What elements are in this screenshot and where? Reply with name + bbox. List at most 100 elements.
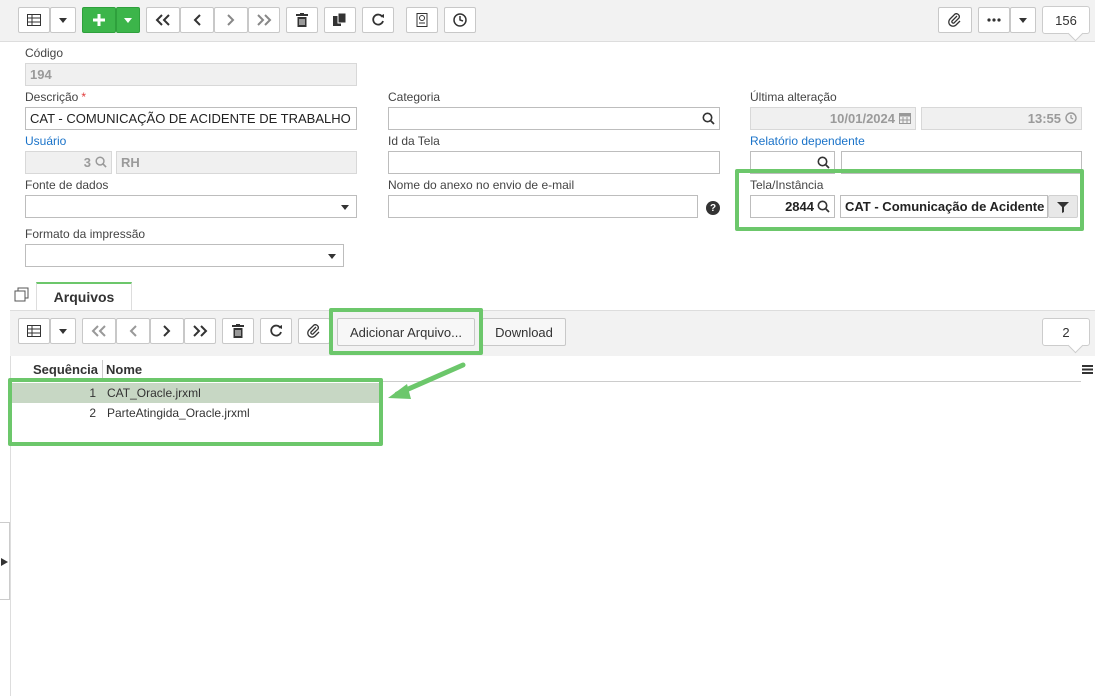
chevron-down-icon xyxy=(124,17,132,23)
more-button[interactable] xyxy=(978,7,1010,33)
double-chevron-right-icon xyxy=(193,325,208,337)
first-record-button[interactable] xyxy=(146,7,180,33)
date-value: 10/01/2024 xyxy=(829,111,895,126)
column-divider xyxy=(102,360,103,378)
formato-impressao-label: Formato da impressão xyxy=(25,227,146,241)
ultima-alteracao-date: 10/01/2024 xyxy=(750,107,916,130)
add-dropdown[interactable] xyxy=(116,7,140,33)
attach-button[interactable] xyxy=(298,318,330,344)
calendar-icon xyxy=(899,113,911,124)
search-icon[interactable] xyxy=(817,156,830,169)
history-button[interactable] xyxy=(444,7,476,33)
tela-instancia-name-input[interactable]: CAT - Comunicação de Acidente xyxy=(840,195,1048,218)
descricao-label: Descrição * xyxy=(25,90,86,104)
grid-view-dropdown[interactable] xyxy=(50,318,76,344)
tela-instancia-name-value: CAT - Comunicação de Acidente xyxy=(845,199,1045,214)
paperclip-icon xyxy=(948,13,961,27)
refresh-icon xyxy=(270,324,282,337)
grid-icon xyxy=(27,325,41,337)
chevron-down-icon xyxy=(1019,17,1027,23)
previous-record-button[interactable] xyxy=(180,7,214,33)
usuario-id-value: 3 xyxy=(83,155,91,170)
chevron-right-icon xyxy=(163,325,171,337)
nome-anexo-input[interactable] xyxy=(388,195,698,218)
caret-right-icon xyxy=(1,558,8,566)
download-button[interactable]: Download xyxy=(482,318,566,346)
usuario-name-value: RH xyxy=(121,155,140,170)
codigo-field: 194 xyxy=(25,63,357,86)
fonte-dados-label: Fonte de dados xyxy=(25,178,109,192)
add-file-button[interactable]: Adicionar Arquivo... xyxy=(337,318,475,346)
search-icon[interactable] xyxy=(817,200,830,213)
required-asterisk: * xyxy=(81,90,87,104)
descricao-input[interactable]: CAT - COMUNICAÇÃO DE ACIDENTE DE TRABALH… xyxy=(25,107,357,130)
next-record-button[interactable] xyxy=(214,7,248,33)
attach-button[interactable] xyxy=(938,7,972,33)
fonte-dados-select[interactable] xyxy=(25,195,357,218)
main-toolbar: 156 xyxy=(0,0,1095,42)
filter-button[interactable] xyxy=(1048,195,1078,218)
search-icon xyxy=(95,156,107,168)
last-record-button[interactable] xyxy=(184,318,216,344)
more-dropdown[interactable] xyxy=(1010,7,1036,33)
relatorio-dependente-label[interactable]: Relatório dependente xyxy=(750,134,865,148)
first-record-button[interactable] xyxy=(82,318,116,344)
copy-button[interactable] xyxy=(324,7,356,33)
restore-icon[interactable] xyxy=(14,287,30,306)
ellipsis-icon xyxy=(987,18,1001,22)
help-icon[interactable]: ? xyxy=(706,201,720,215)
refresh-button[interactable] xyxy=(260,318,292,344)
grid-view-button[interactable] xyxy=(18,318,50,344)
refresh-button[interactable] xyxy=(362,7,394,33)
last-record-button[interactable] xyxy=(248,7,280,33)
table-row[interactable]: 2 ParteAtingida_Oracle.jrxml xyxy=(11,403,381,423)
relatorio-dependente-id-input[interactable] xyxy=(750,151,835,174)
categoria-label: Categoria xyxy=(388,90,441,104)
previous-record-button[interactable] xyxy=(116,318,150,344)
nome-anexo-label: Nome do anexo no envio de e-mail xyxy=(388,178,575,192)
row-seq: 2 xyxy=(89,406,96,420)
codigo-label: Código xyxy=(25,46,64,60)
formato-impressao-select[interactable] xyxy=(25,244,344,267)
relatorio-dependente-name-input[interactable] xyxy=(841,151,1082,174)
usuario-name-field: RH xyxy=(116,151,357,174)
clock-icon xyxy=(453,13,467,27)
record-counter: 156 xyxy=(1042,6,1090,34)
categoria-input[interactable] xyxy=(388,107,720,130)
descricao-label-text: Descrição xyxy=(25,90,79,104)
table-row[interactable]: 1 CAT_Oracle.jrxml xyxy=(11,383,381,403)
report-button[interactable] xyxy=(406,7,438,33)
next-record-button[interactable] xyxy=(150,318,184,344)
chevron-down-icon xyxy=(59,17,67,23)
add-button[interactable] xyxy=(82,7,116,33)
report-icon xyxy=(416,13,428,27)
copy-icon xyxy=(333,13,347,26)
chevron-down-icon xyxy=(341,205,349,210)
search-icon[interactable] xyxy=(702,112,715,125)
grid-header: Sequência Nome xyxy=(11,356,1081,382)
files-grid: Sequência Nome 1 CAT_Oracle.jrxml 2 Part… xyxy=(10,356,1095,696)
row-nome: CAT_Oracle.jrxml xyxy=(107,386,201,400)
chevron-down-icon xyxy=(59,328,67,334)
delete-button[interactable] xyxy=(222,318,254,344)
usuario-label[interactable]: Usuário xyxy=(25,134,66,148)
clock-icon xyxy=(1065,112,1077,124)
column-menu-icon[interactable] xyxy=(1079,356,1095,382)
time-value: 13:55 xyxy=(1027,111,1061,126)
tela-instancia-id-value: 2844 xyxy=(785,199,814,214)
refresh-icon xyxy=(372,13,384,26)
tela-instancia-id-input[interactable]: 2844 xyxy=(750,195,835,218)
ultima-alteracao-label: Última alteração xyxy=(750,90,837,104)
tab-arquivos[interactable]: Arquivos xyxy=(36,282,132,310)
side-panel-toggle[interactable] xyxy=(0,522,10,600)
id-tela-input[interactable] xyxy=(388,151,720,174)
column-header-sequencia[interactable]: Sequência xyxy=(33,356,99,382)
grid-view-button[interactable] xyxy=(18,7,50,33)
tela-instancia-label: Tela/Instância xyxy=(750,178,824,192)
id-tela-label: Id da Tela xyxy=(388,134,440,148)
delete-button[interactable] xyxy=(286,7,318,33)
column-header-nome[interactable]: Nome xyxy=(106,356,306,382)
grid-view-dropdown[interactable] xyxy=(50,7,76,33)
plus-icon xyxy=(93,14,105,26)
codigo-value: 194 xyxy=(30,67,52,82)
